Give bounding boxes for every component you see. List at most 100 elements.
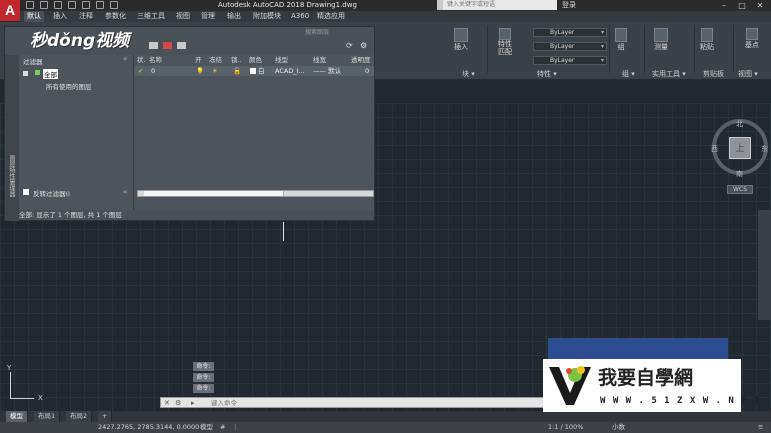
scrollbar-thumb[interactable]: [144, 191, 284, 196]
tree-toggle-icon[interactable]: [23, 71, 28, 76]
invert-filter-checkbox[interactable]: [23, 189, 29, 195]
cursor-coordinates[interactable]: 2427.2765, 2785.3144, 0.0000: [98, 422, 199, 433]
col-on[interactable]: 开: [195, 55, 202, 65]
tab-parametric[interactable]: 参数化: [102, 11, 129, 22]
redo-icon[interactable]: [110, 1, 118, 9]
help-search-input[interactable]: 键入关键字或短语: [437, 0, 557, 10]
window-title: Autodesk AutoCAD 2018 Drawing1.dwg: [218, 1, 357, 9]
tab-addins[interactable]: 附加模块: [250, 11, 284, 22]
command-line[interactable]: ✕ ⚙ ▸ 键入命令: [160, 397, 545, 408]
close-command-icon[interactable]: ✕: [164, 398, 170, 408]
layer-transparency[interactable]: 0: [365, 66, 369, 76]
refresh-icon[interactable]: ⟳: [346, 41, 353, 50]
tab-model[interactable]: 模型: [6, 411, 28, 422]
separator: [487, 25, 488, 73]
save-icon[interactable]: [54, 1, 62, 9]
tab-manage[interactable]: 管理: [198, 11, 218, 22]
measure-button[interactable]: 测量: [650, 28, 672, 52]
layer-name[interactable]: 0: [151, 66, 155, 76]
group-panel-label[interactable]: 组 ▾: [622, 69, 635, 79]
utilities-panel-label[interactable]: 实用工具 ▾: [652, 69, 686, 79]
col-freeze[interactable]: 冻结: [209, 55, 222, 65]
tab-featured-apps[interactable]: 精选应用: [314, 11, 348, 22]
viewcube-top-face[interactable]: 上: [729, 137, 751, 159]
filter-used-layers[interactable]: 所有使用的图层: [46, 81, 92, 91]
panel-side-strip[interactable]: 图层特性管理器: [5, 55, 19, 221]
col-transparency[interactable]: 透明度: [351, 55, 371, 65]
compass-south[interactable]: 南: [736, 169, 743, 179]
horizontal-scrollbar[interactable]: [137, 190, 374, 197]
linetype-combo[interactable]: ByLayer: [533, 42, 607, 51]
customize-icon[interactable]: ⚙: [175, 398, 181, 408]
col-lock[interactable]: 锁..: [231, 55, 242, 65]
layer-row[interactable]: ✔ 0 💡 ☀ 🔓 白 ACAD_I... —— 默认 0: [135, 66, 374, 76]
layer-linetype[interactable]: ACAD_I...: [275, 66, 305, 76]
close-icon[interactable]: ✕: [751, 0, 769, 11]
model-space-toggle[interactable]: 模型: [200, 422, 213, 433]
col-linetype[interactable]: 线型: [275, 55, 288, 65]
command-input[interactable]: 键入命令: [211, 398, 237, 408]
customization-icon[interactable]: ≡: [758, 422, 763, 433]
view-panel-label[interactable]: 视图 ▾: [738, 69, 758, 79]
compass-north[interactable]: 北: [736, 119, 743, 129]
compass-east[interactable]: 东: [761, 144, 768, 154]
sun-icon[interactable]: ☀: [212, 66, 218, 76]
delete-layer-icon[interactable]: [163, 42, 172, 49]
col-name[interactable]: 名称: [149, 55, 162, 65]
set-current-icon[interactable]: [177, 42, 186, 49]
group-button[interactable]: 组: [612, 28, 630, 52]
layer-status-text: 全部: 显示了 1 个图层, 共 1 个图层: [19, 211, 122, 219]
undo-icon[interactable]: [96, 1, 104, 9]
paste-button[interactable]: 粘贴: [697, 28, 717, 52]
application-menu-icon[interactable]: A: [0, 0, 20, 21]
collapse-icon[interactable]: «: [123, 188, 127, 196]
lineweight-combo[interactable]: ByLayer: [533, 56, 607, 65]
tab-layout1[interactable]: 布局1: [34, 411, 61, 422]
snap-icon[interactable]: ⋮: [232, 422, 239, 433]
tab-insert[interactable]: 插入: [50, 11, 70, 22]
print-icon[interactable]: [82, 1, 90, 9]
light-bulb-icon[interactable]: 💡: [196, 66, 204, 76]
tab-view[interactable]: 视图: [173, 11, 193, 22]
col-color[interactable]: 颜色: [249, 55, 262, 65]
tab-annotate[interactable]: 注释: [76, 11, 96, 22]
user-login[interactable]: 登录: [562, 0, 576, 11]
col-status[interactable]: 状.: [137, 55, 146, 65]
grid-icon[interactable]: #: [220, 422, 225, 433]
separator: [644, 25, 645, 73]
layer-search-input[interactable]: 搜索图层: [305, 28, 353, 37]
open-file-icon[interactable]: [40, 1, 48, 9]
settings-icon[interactable]: ⚙: [360, 41, 367, 50]
new-file-icon[interactable]: [26, 1, 34, 9]
tab-layout2[interactable]: 布局2: [66, 411, 93, 422]
lock-icon[interactable]: 🔓: [233, 66, 241, 76]
collapse-filters-icon[interactable]: «: [123, 55, 127, 63]
layer-lineweight[interactable]: —— 默认: [313, 66, 341, 76]
tab-output[interactable]: 输出: [224, 11, 244, 22]
wcs-menu[interactable]: WCS: [727, 185, 753, 194]
match-properties-button[interactable]: 特性 匹配: [495, 28, 515, 56]
filter-all[interactable]: 全部: [43, 69, 58, 79]
col-lineweight[interactable]: 线宽: [313, 55, 326, 65]
navigation-bar[interactable]: [758, 210, 771, 320]
tab-a360[interactable]: A360: [288, 11, 312, 22]
save-as-icon[interactable]: [68, 1, 76, 9]
filter-tree: 过滤器 « 全部 所有使用的图层 反转过滤器(I «: [19, 55, 134, 210]
compass-west[interactable]: 西: [711, 144, 718, 154]
base-point-button[interactable]: 基点: [742, 28, 762, 50]
recent-commands-icon[interactable]: ▸: [191, 398, 195, 408]
minimize-icon[interactable]: –: [715, 0, 733, 11]
maximize-icon[interactable]: □: [733, 0, 751, 11]
tab-home[interactable]: 默认: [24, 11, 44, 22]
color-combo[interactable]: ByLayer: [533, 28, 607, 37]
color-swatch[interactable]: [250, 68, 256, 74]
annotation-scale[interactable]: 1:1 / 100%: [548, 422, 583, 433]
properties-panel-label[interactable]: 特性 ▾: [537, 69, 557, 79]
block-panel-label[interactable]: 块 ▾: [462, 69, 475, 79]
new-layer-icon[interactable]: [149, 42, 158, 49]
add-layout-button[interactable]: +: [98, 411, 113, 422]
layer-color[interactable]: 白: [258, 66, 265, 76]
units-display[interactable]: 小数: [612, 422, 625, 433]
insert-block-button[interactable]: 插入: [450, 28, 472, 52]
tab-3d-tools[interactable]: 三维工具: [134, 11, 168, 22]
